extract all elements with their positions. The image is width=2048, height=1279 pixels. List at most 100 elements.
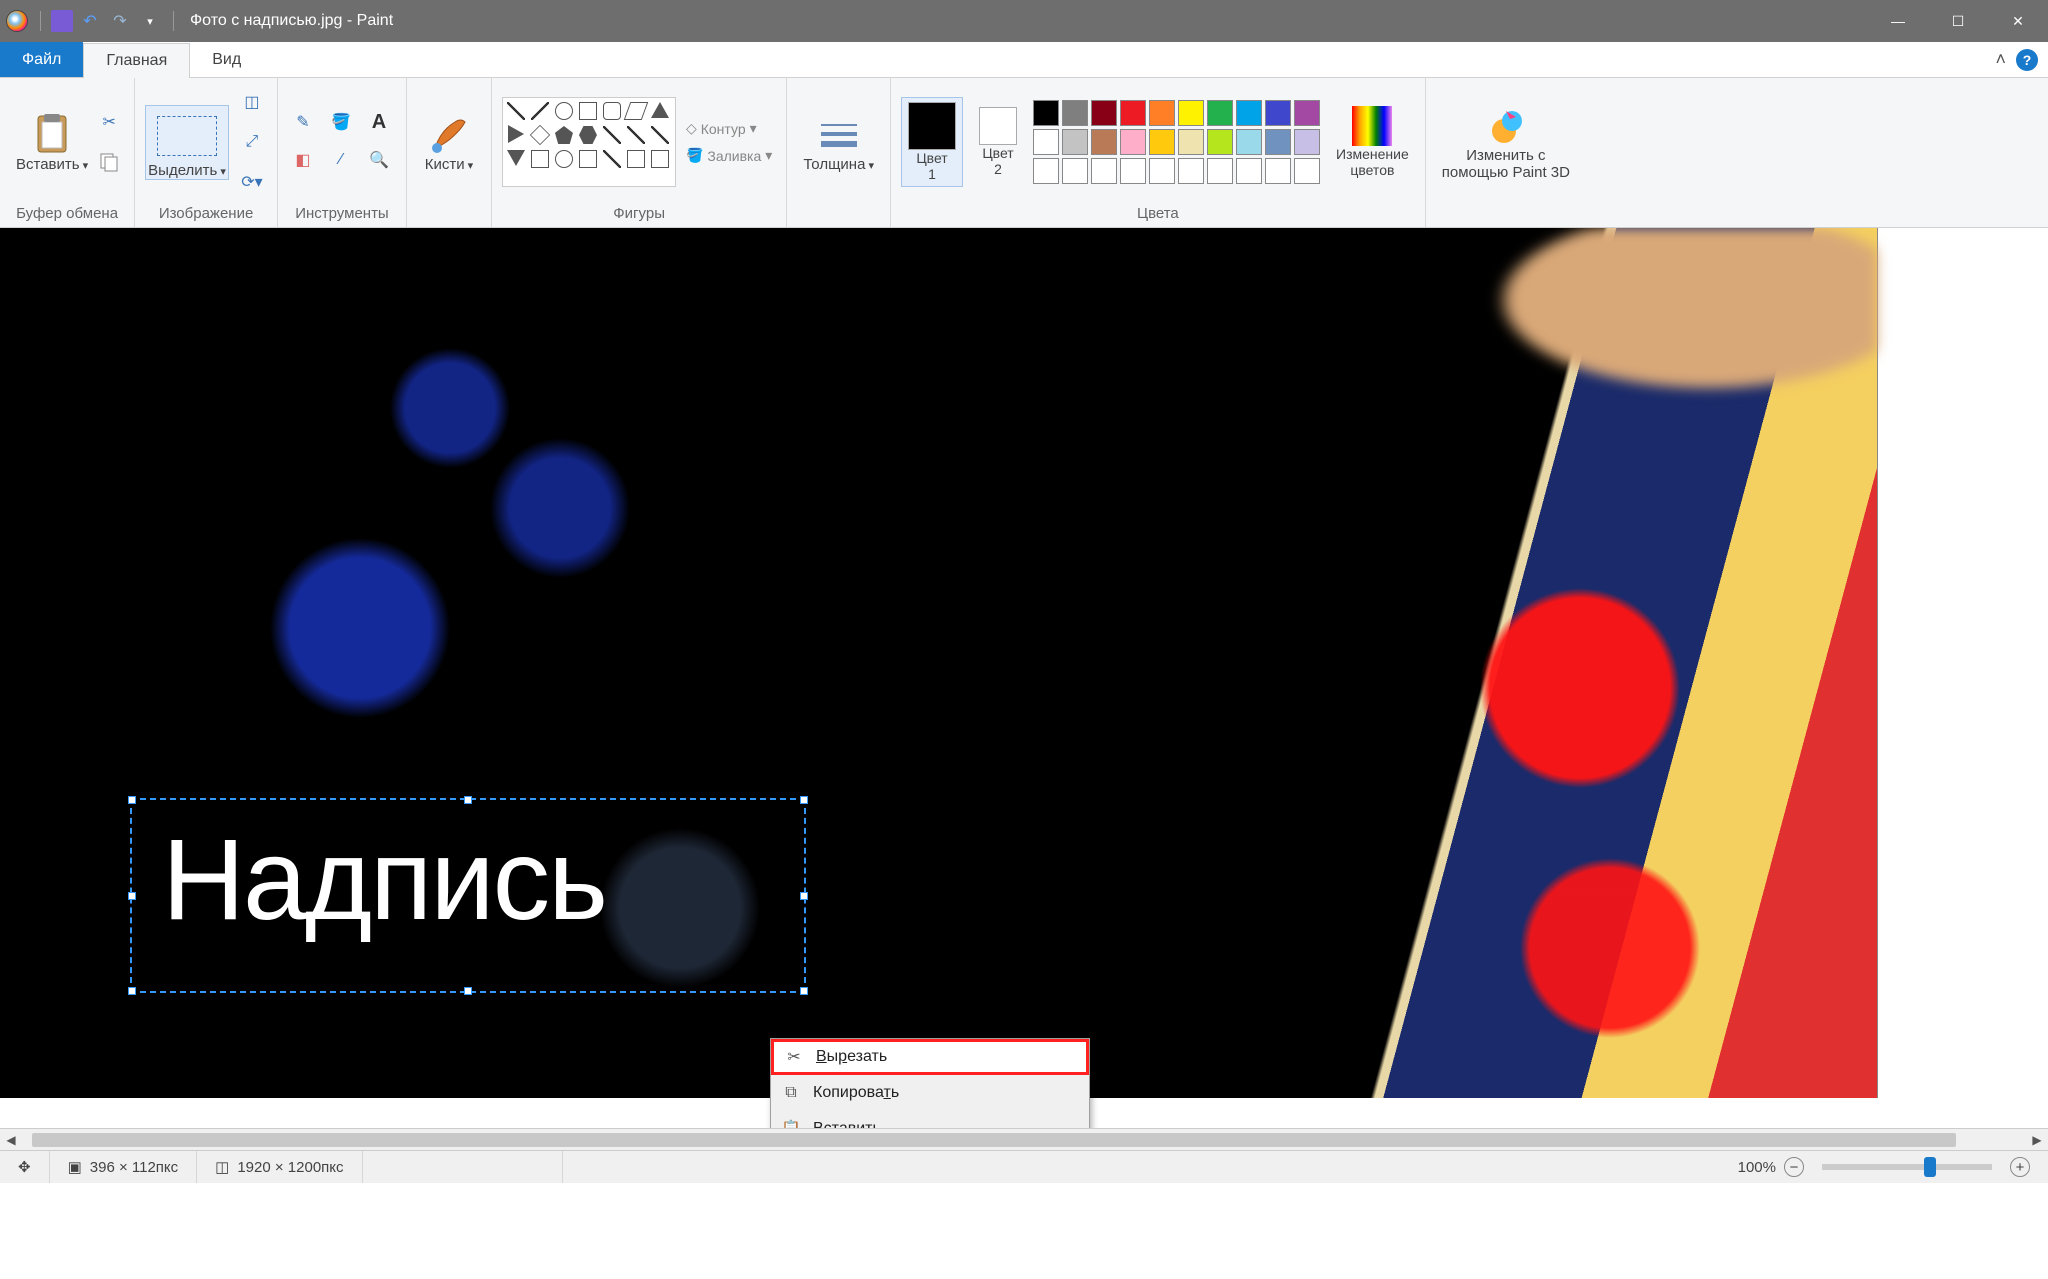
select-button[interactable]: Выделить xyxy=(145,105,229,180)
eraser-icon[interactable]: ◧ xyxy=(288,145,318,175)
tab-file[interactable]: Файл xyxy=(0,42,83,77)
horizontal-scrollbar[interactable]: ◀ ▶ xyxy=(0,1128,2048,1150)
color1-button[interactable]: Цвет 1 xyxy=(901,97,963,187)
zoom-value: 100% xyxy=(1738,1159,1776,1176)
color-swatch[interactable] xyxy=(1091,129,1117,155)
zoom-slider[interactable] xyxy=(1822,1164,1992,1170)
color-swatch[interactable] xyxy=(1149,100,1175,126)
color-swatch[interactable] xyxy=(1120,129,1146,155)
undo-icon[interactable]: ↶ xyxy=(77,8,103,34)
color-swatch[interactable] xyxy=(1033,100,1059,126)
color-swatch[interactable] xyxy=(1178,129,1204,155)
color-swatch[interactable] xyxy=(1120,100,1146,126)
canvas-area[interactable]: Надпись ✂Вырезать ⧉Копировать 📋Вставить … xyxy=(0,228,2048,1128)
color2-swatch xyxy=(979,107,1017,145)
zoom-out-button[interactable]: − xyxy=(1784,1157,1804,1177)
shape-outline-button[interactable]: ◇Контур ▾ xyxy=(682,118,776,139)
magnifier-icon[interactable]: 🔍 xyxy=(364,145,394,175)
color-swatch[interactable] xyxy=(1091,100,1117,126)
maximize-button[interactable]: ☐ xyxy=(1928,0,1988,42)
group-clipboard: Вставить ✂ Буфер обмена xyxy=(0,78,135,227)
minimize-button[interactable]: — xyxy=(1868,0,1928,42)
size-button[interactable]: Толщина xyxy=(797,110,880,175)
eyedropper-icon[interactable]: ⁄ xyxy=(326,145,356,175)
color-swatch[interactable] xyxy=(1236,158,1262,184)
zoom-in-button[interactable]: + xyxy=(2010,1157,2030,1177)
selection-handle[interactable] xyxy=(800,892,808,900)
color-swatch[interactable] xyxy=(1091,158,1117,184)
color-swatch[interactable] xyxy=(1033,158,1059,184)
color-swatch[interactable] xyxy=(1062,158,1088,184)
paste-button[interactable]: Вставить xyxy=(10,110,94,175)
tab-home[interactable]: Главная xyxy=(83,43,190,78)
color1-swatch xyxy=(908,102,956,150)
selection-box[interactable]: Надпись xyxy=(130,798,806,993)
ctx-paste[interactable]: 📋Вставить xyxy=(771,1111,1089,1128)
color-swatch[interactable] xyxy=(1265,100,1291,126)
selection-handle[interactable] xyxy=(800,796,808,804)
color-swatch[interactable] xyxy=(1062,100,1088,126)
clipboard-icon xyxy=(32,112,72,156)
selection-handle[interactable] xyxy=(464,796,472,804)
help-icon[interactable]: ? xyxy=(2016,49,2038,71)
color-swatch[interactable] xyxy=(1294,100,1320,126)
pencil-icon[interactable]: ✎ xyxy=(288,107,318,137)
color-swatch[interactable] xyxy=(1207,158,1233,184)
selection-text: Надпись xyxy=(132,800,804,961)
bucket-icon[interactable]: 🪣 xyxy=(326,107,356,137)
scroll-thumb[interactable] xyxy=(32,1133,1956,1147)
selection-handle[interactable] xyxy=(464,987,472,995)
cut-icon[interactable]: ✂ xyxy=(94,107,124,137)
tab-view[interactable]: Вид xyxy=(190,42,263,77)
copy-icon[interactable] xyxy=(94,147,124,177)
group-clipboard-label: Буфер обмена xyxy=(16,202,118,225)
color-swatch[interactable] xyxy=(1033,129,1059,155)
collapse-ribbon-icon[interactable]: ˄ xyxy=(1995,49,2006,70)
qat-customize-icon[interactable]: ▾ xyxy=(137,8,163,34)
color-swatch[interactable] xyxy=(1236,100,1262,126)
shapes-gallery[interactable] xyxy=(502,97,676,187)
color-swatch[interactable] xyxy=(1207,129,1233,155)
color-swatch[interactable] xyxy=(1265,158,1291,184)
group-brushes: Кисти xyxy=(407,78,492,227)
scroll-right-icon[interactable]: ▶ xyxy=(2026,1133,2048,1147)
zoom-cell: 100% − + xyxy=(1720,1151,2048,1183)
scroll-left-icon[interactable]: ◀ xyxy=(0,1133,22,1147)
ctx-cut[interactable]: ✂Вырезать xyxy=(771,1039,1089,1075)
group-shapes-label: Фигуры xyxy=(613,202,665,225)
edit-colors-button[interactable]: Изменение цветов xyxy=(1330,102,1415,182)
file-size-cell xyxy=(363,1151,563,1183)
text-icon[interactable]: A xyxy=(364,107,394,137)
copy-icon: ⧉ xyxy=(781,1084,801,1102)
crop-icon[interactable]: ◫ xyxy=(237,87,267,117)
rotate-icon[interactable]: ⟳▾ xyxy=(237,167,267,197)
color-swatch[interactable] xyxy=(1236,129,1262,155)
color-swatch[interactable] xyxy=(1294,158,1320,184)
selection-handle[interactable] xyxy=(128,987,136,995)
redo-icon[interactable]: ↷ xyxy=(107,8,133,34)
save-icon[interactable] xyxy=(51,10,73,32)
paint3d-button[interactable]: Изменить с помощью Paint 3D xyxy=(1436,101,1576,183)
selection-handle[interactable] xyxy=(128,892,136,900)
color-swatch[interactable] xyxy=(1294,129,1320,155)
selection-handle[interactable] xyxy=(128,796,136,804)
color-swatch[interactable] xyxy=(1265,129,1291,155)
zoom-slider-thumb[interactable] xyxy=(1924,1157,1936,1177)
color-swatch[interactable] xyxy=(1178,100,1204,126)
shape-fill-button[interactable]: 🪣Заливка ▾ xyxy=(682,145,776,166)
color-swatch[interactable] xyxy=(1062,129,1088,155)
resize-icon[interactable]: ⤢ xyxy=(237,127,267,157)
fill-icon: 🪣 xyxy=(686,147,703,164)
group-image: Выделить ◫ ⤢ ⟳▾ Изображение xyxy=(135,78,278,227)
color2-button[interactable]: Цвет 2 xyxy=(973,103,1023,181)
image-size-cell: ◫1920 × 1200пкс xyxy=(197,1151,362,1183)
color-swatch[interactable] xyxy=(1149,158,1175,184)
brushes-button[interactable]: Кисти xyxy=(417,110,481,175)
selection-handle[interactable] xyxy=(800,987,808,995)
color-swatch[interactable] xyxy=(1178,158,1204,184)
close-button[interactable]: ✕ xyxy=(1988,0,2048,42)
color-swatch[interactable] xyxy=(1207,100,1233,126)
color-swatch[interactable] xyxy=(1120,158,1146,184)
color-swatch[interactable] xyxy=(1149,129,1175,155)
ctx-copy[interactable]: ⧉Копировать xyxy=(771,1075,1089,1111)
